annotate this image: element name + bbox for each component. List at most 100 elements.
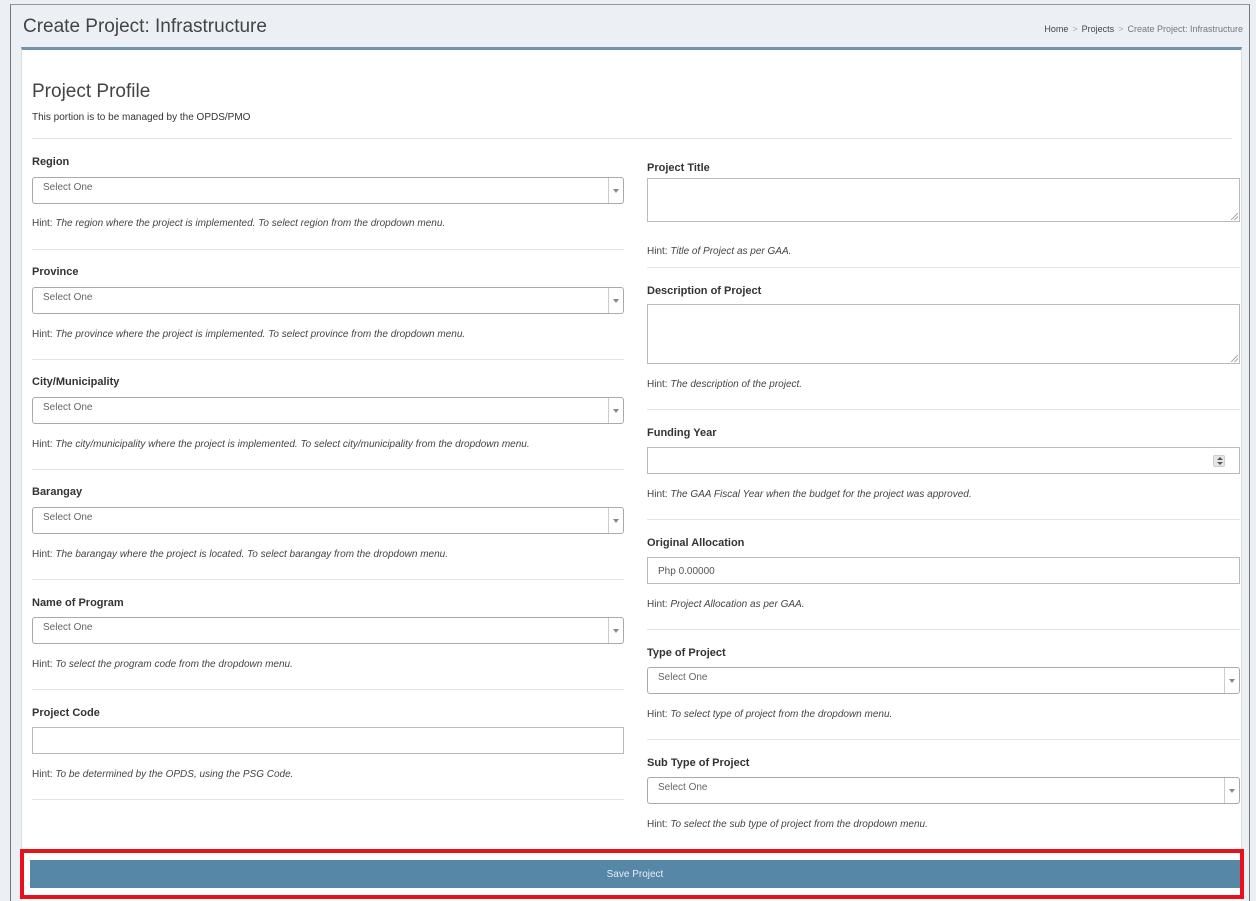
dropdown-arrow-box [608,398,623,423]
resize-grip-icon[interactable] [1231,213,1238,220]
barangay-select[interactable]: Select One [32,507,624,534]
hint-prefix: Hint: [647,379,671,390]
project-type-hint: Hint: To select type of project from the… [647,709,892,720]
city-label: City/Municipality [32,376,120,388]
page-header: Create Project: Infrastructure Home > Pr… [11,5,1249,47]
project-subtype-select-value: Select One [658,782,708,793]
app-frame: Create Project: Infrastructure Home > Pr… [10,4,1250,901]
dropdown-arrow-box [608,178,623,203]
hint-prefix: Hint: [32,439,56,450]
divider [32,249,624,250]
hint-text: To select the program code from the drop… [55,659,293,670]
chevron-down-icon [1229,789,1235,793]
breadcrumb: Home > Projects > Create Project: Infras… [1044,24,1243,34]
barangay-hint: Hint: The barangay where the project is … [32,549,448,560]
chevron-down-icon [613,409,619,413]
breadcrumb-separator: > [1118,24,1124,34]
project-code-hint: Hint: To be determined by the OPDS, usin… [32,769,293,780]
hint-text: To select the sub type of project from t… [670,819,928,830]
region-hint: Hint: The region where the project is im… [32,218,445,229]
breadcrumb-current: Create Project: Infrastructure [1127,24,1243,34]
hint-text: The description of the project. [670,379,803,390]
funding-year-label: Funding Year [647,427,717,439]
allocation-label: Original Allocation [647,537,745,549]
allocation-input[interactable]: Php 0.00000 [647,557,1240,584]
number-spinner-icon[interactable] [1213,455,1225,467]
chevron-down-icon [1229,679,1235,683]
divider [32,359,624,360]
program-label: Name of Program [32,597,124,609]
hint-text: The city/municipality where the project … [55,439,530,450]
hint-text: Project Allocation as per GAA. [670,599,805,610]
barangay-select-value: Select One [43,512,93,523]
program-select[interactable]: Select One [32,617,624,644]
project-subtype-hint: Hint: To select the sub type of project … [647,819,928,830]
funding-year-input[interactable] [647,447,1240,474]
description-hint: Hint: The description of the project. [647,379,802,390]
hint-text: To select type of project from the dropd… [670,709,893,720]
project-subtype-label: Sub Type of Project [647,757,750,769]
hint-prefix: Hint: [647,819,671,830]
dropdown-arrow-box [1224,778,1239,803]
dropdown-arrow-box [608,618,623,643]
dropdown-arrow-box [1224,668,1239,693]
city-select[interactable]: Select One [32,397,624,424]
project-title-textarea[interactable] [647,178,1240,222]
province-select[interactable]: Select One [32,287,624,314]
divider [32,469,624,470]
project-type-select-value: Select One [658,672,708,683]
project-code-input[interactable] [32,727,624,754]
program-hint: Hint: To select the program code from th… [32,659,293,670]
page-title: Create Project: Infrastructure [23,16,267,37]
description-textarea[interactable] [647,304,1240,364]
allocation-hint: Hint: Project Allocation as per GAA. [647,599,804,610]
divider [647,409,1240,410]
divider [647,629,1240,630]
divider [647,267,1240,268]
hint-text: The GAA Fiscal Year when the budget for … [670,489,972,500]
hint-text: The province where the project is implem… [55,329,466,340]
region-select-value: Select One [43,182,93,193]
region-select[interactable]: Select One [32,177,624,204]
description-label: Description of Project [647,285,762,297]
project-title-label: Project Title [647,162,710,174]
city-hint: Hint: The city/municipality where the pr… [32,439,530,450]
divider [32,138,1232,139]
province-hint: Hint: The province where the project is … [32,329,465,340]
project-type-select[interactable]: Select One [647,667,1240,694]
funding-year-hint: Hint: The GAA Fiscal Year when the budge… [647,489,972,500]
hint-text: To be determined by the OPDS, using the … [55,769,294,780]
hint-prefix: Hint: [32,549,56,560]
chevron-down-icon [613,519,619,523]
hint-prefix: Hint: [32,769,56,780]
divider [647,519,1240,520]
region-label: Region [32,156,70,168]
hint-prefix: Hint: [647,246,671,257]
hint-prefix: Hint: [647,709,671,720]
project-code-label: Project Code [32,707,100,719]
section-subtitle: This portion is to be managed by the OPD… [32,112,251,123]
hint-prefix: Hint: [32,329,56,340]
dropdown-arrow-box [608,508,623,533]
breadcrumb-home-link[interactable]: Home [1044,24,1068,34]
project-title-hint: Hint: Title of Project as per GAA. [647,246,791,257]
breadcrumb-separator: > [1072,24,1078,34]
hint-prefix: Hint: [32,659,56,670]
breadcrumb-projects-link[interactable]: Projects [1082,24,1115,34]
divider [32,799,624,800]
chevron-down-icon [613,299,619,303]
hint-text: The region where the project is implemen… [55,218,446,229]
province-label: Province [32,266,79,278]
divider [647,739,1240,740]
divider [32,689,624,690]
project-type-label: Type of Project [647,647,726,659]
hint-prefix: Hint: [32,218,56,229]
city-select-value: Select One [43,402,93,413]
resize-grip-icon[interactable] [1231,355,1238,362]
save-project-button[interactable]: Save Project [30,860,1240,888]
program-select-value: Select One [43,622,93,633]
project-profile-box: Project Profile This portion is to be ma… [21,47,1242,901]
project-subtype-select[interactable]: Select One [647,777,1240,804]
chevron-down-icon [613,189,619,193]
hint-text: The barangay where the project is locate… [55,549,448,560]
